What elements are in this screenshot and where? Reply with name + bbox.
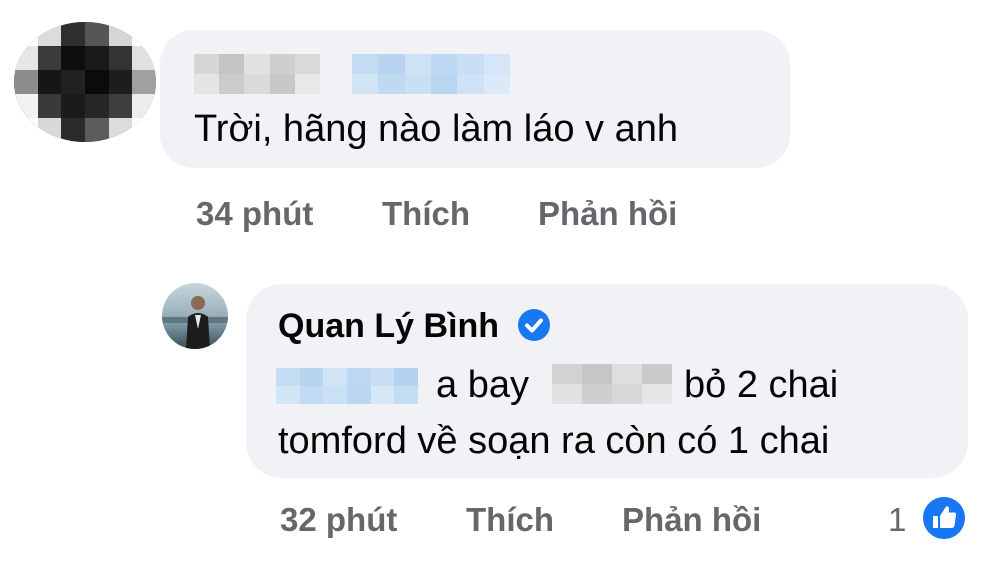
commenter-avatar[interactable] <box>14 22 156 142</box>
comment-text: Trời, hãng nào làm láo v anh <box>194 108 678 150</box>
reply-reply-button[interactable]: Phản hồi <box>622 500 761 540</box>
reaction-count[interactable]: 1 <box>888 500 906 540</box>
comment-bubble: Trời, hãng nào làm láo v anh <box>160 30 790 168</box>
commenter-name-blurred[interactable] <box>194 54 320 94</box>
reply-text-segment: bỏ 2 chai <box>684 364 839 406</box>
reply-author-avatar[interactable] <box>162 283 228 349</box>
mention-blurred[interactable] <box>276 368 418 404</box>
verified-badge-icon <box>518 309 550 341</box>
thumbs-up-icon[interactable] <box>920 494 968 542</box>
tagged-name-blurred[interactable] <box>352 54 510 94</box>
reply-bubble: Quan Lý Bình a bay bỏ 2 chai tomford về … <box>246 284 968 478</box>
comment-like-button[interactable]: Thích <box>382 194 470 234</box>
comment-time[interactable]: 34 phút <box>196 194 313 234</box>
reply-text-line: tomford về soạn ra còn có 1 chai <box>278 420 830 462</box>
person-photo-icon <box>162 296 228 349</box>
text-blurred <box>552 364 672 404</box>
comment-reply-button[interactable]: Phản hồi <box>538 194 677 234</box>
reply-text-segment: a bay <box>436 364 529 406</box>
reply-author-name[interactable]: Quan Lý Bình <box>278 306 499 346</box>
reply-like-button[interactable]: Thích <box>466 500 554 540</box>
reply-time[interactable]: 32 phút <box>280 500 397 540</box>
